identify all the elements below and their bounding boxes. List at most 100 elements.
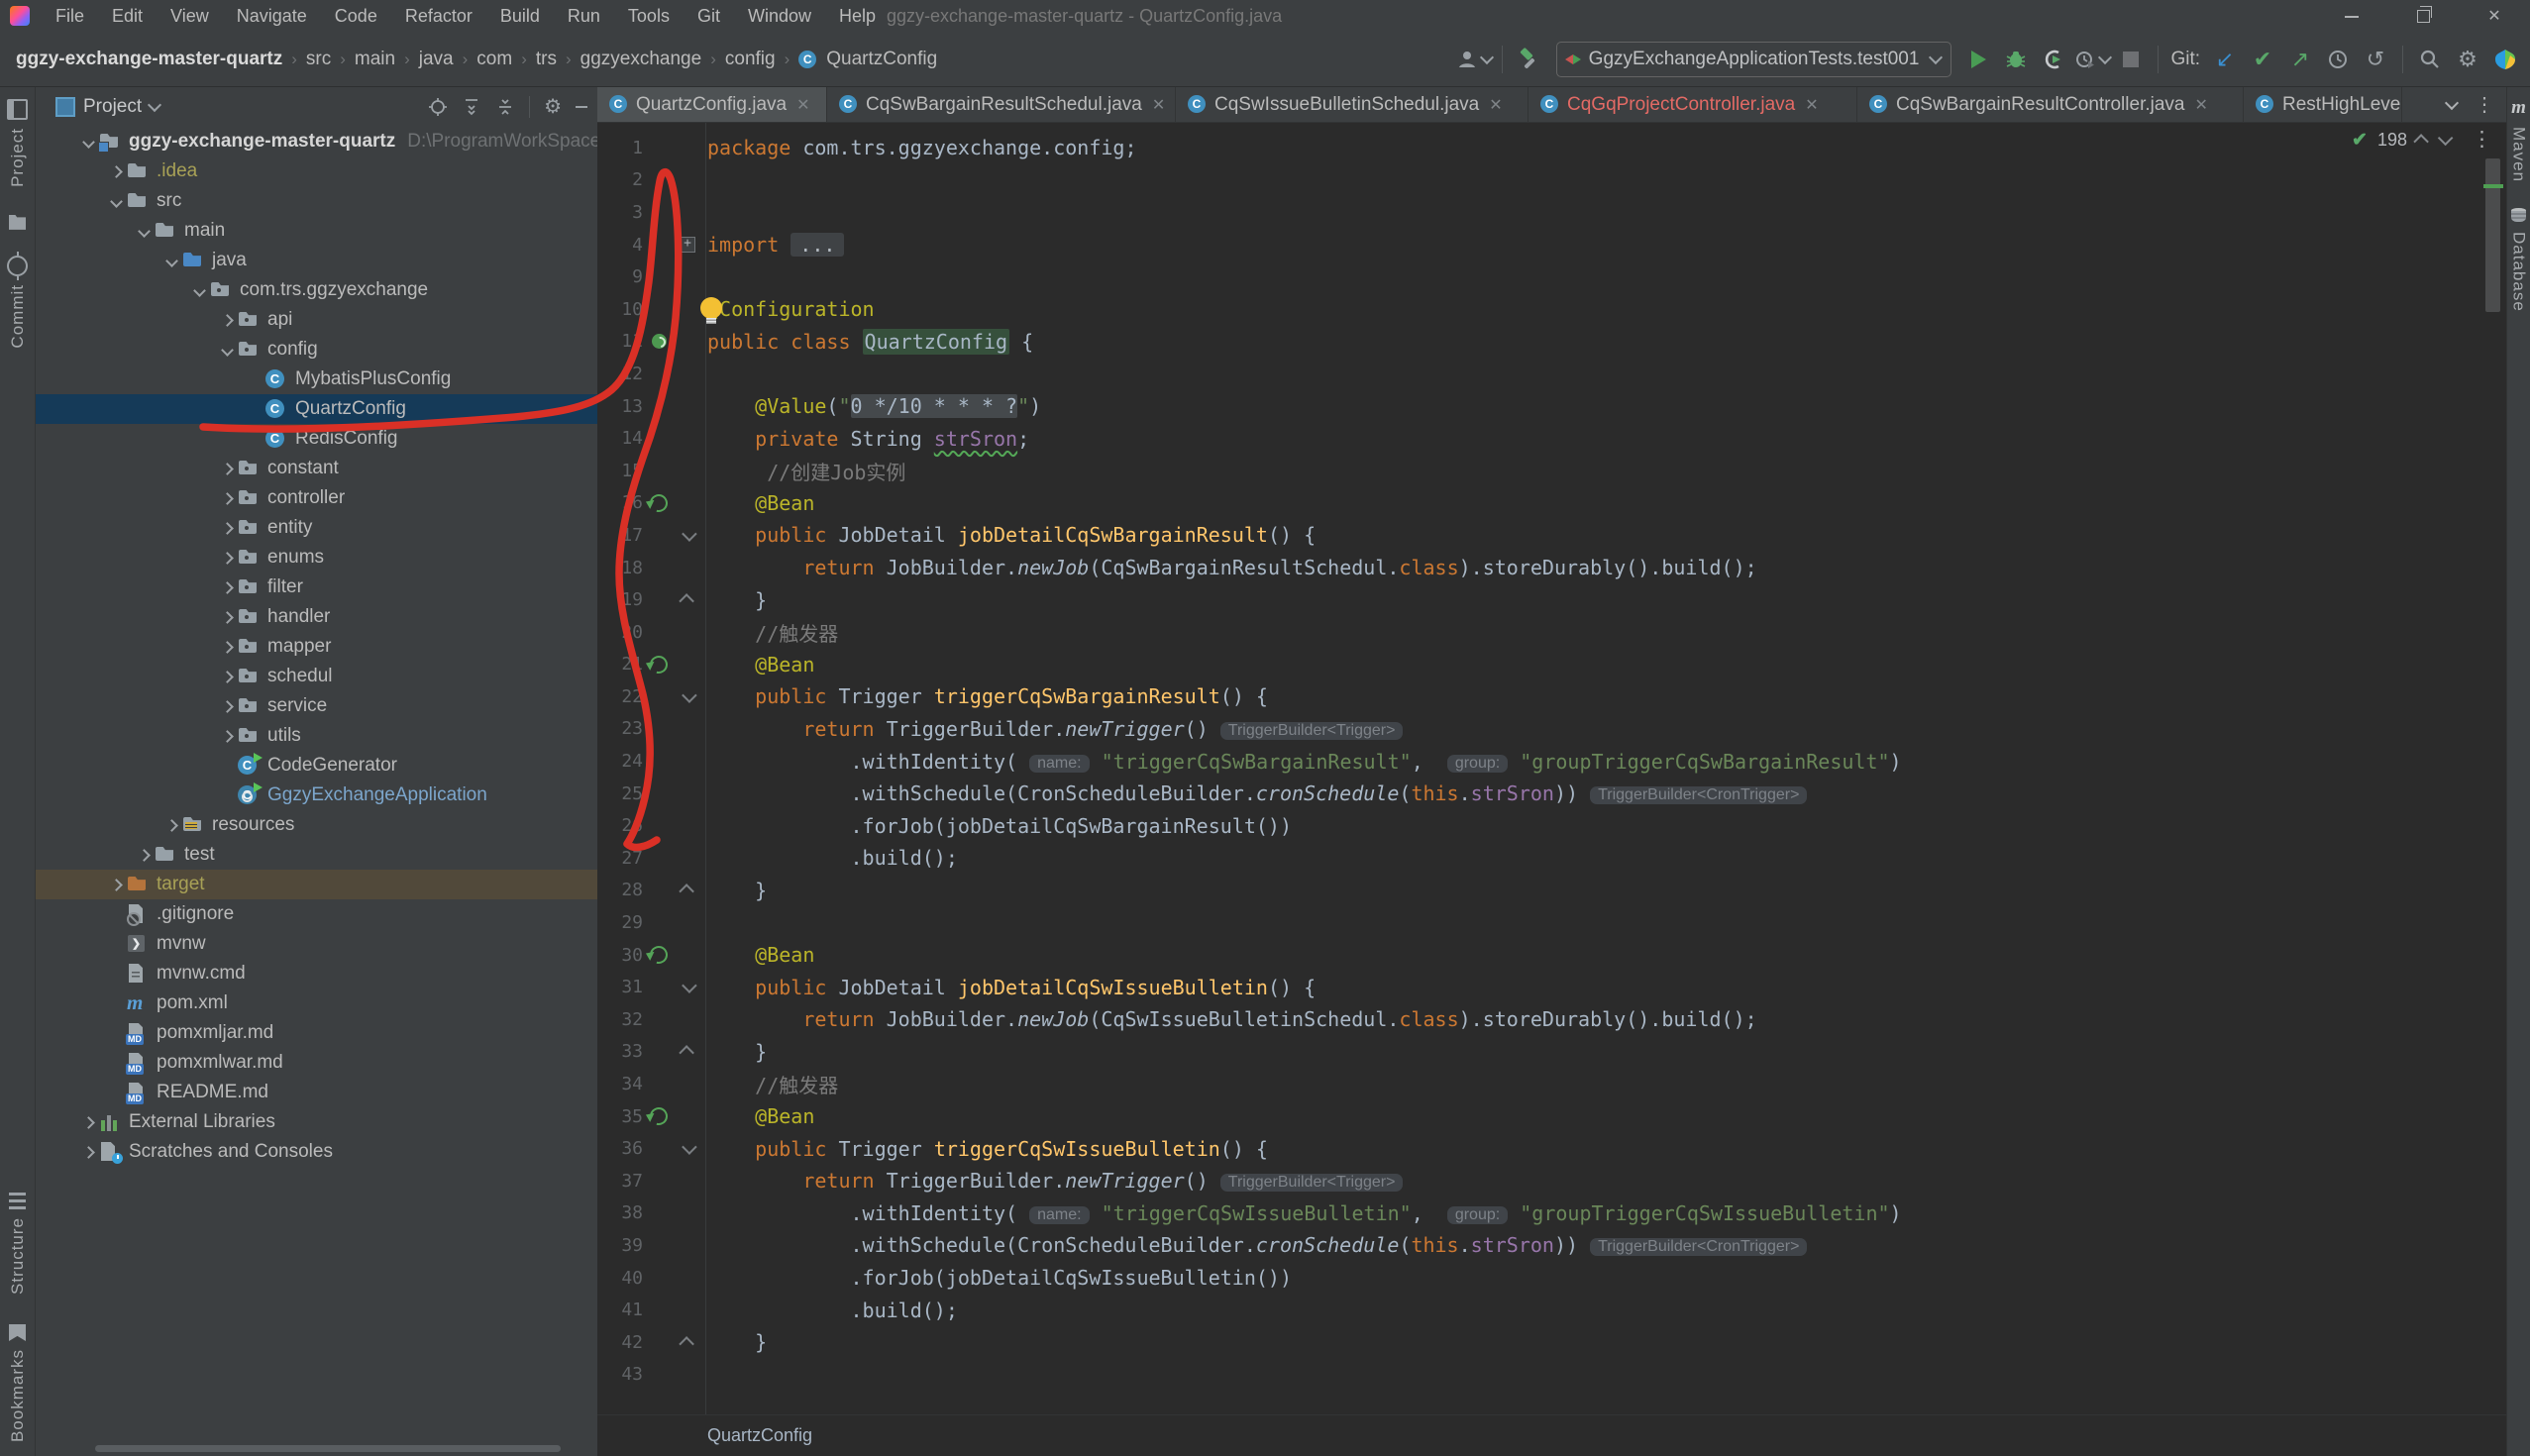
line-number[interactable]: 35 (597, 1106, 645, 1127)
tree-item[interactable]: entity (36, 513, 597, 543)
line-number[interactable]: 22 (597, 686, 645, 707)
tree-item[interactable]: MDpomxmljar.md (36, 1018, 597, 1048)
tree-item[interactable]: External Libraries (36, 1107, 597, 1137)
menu-item-navigate[interactable]: Navigate (225, 3, 319, 30)
tree-chevron-down-icon[interactable] (161, 257, 181, 265)
line-number[interactable]: 28 (597, 880, 645, 900)
fold-marker-icon[interactable] (673, 530, 702, 541)
menu-item-build[interactable]: Build (488, 3, 552, 30)
code-line[interactable]: 38 .withIdentity( name: "triggerCqSwIssu… (597, 1197, 2506, 1230)
search-everywhere-button[interactable] (2413, 43, 2447, 76)
project-horizontal-scrollbar[interactable] (95, 1445, 561, 1452)
menu-item-window[interactable]: Window (736, 3, 823, 30)
line-number[interactable]: 1 (597, 138, 645, 158)
fold-marker-icon[interactable]: + (673, 237, 702, 253)
tree-item[interactable]: test (36, 840, 597, 870)
tree-chevron-right-icon[interactable] (217, 732, 237, 741)
tab-close-icon[interactable]: ✕ (1152, 95, 1165, 115)
code-line[interactable]: 26 .forJob(jobDetailCqSwBargainResult()) (597, 809, 2506, 842)
tree-chevron-right-icon[interactable] (78, 1148, 98, 1157)
tree-item[interactable]: mapper (36, 632, 597, 662)
spring-bean-gutter-icon[interactable] (645, 334, 673, 349)
settings-button[interactable]: ⚙ (2451, 43, 2484, 76)
tree-chevron-right-icon[interactable] (134, 851, 154, 860)
line-number[interactable]: 37 (597, 1171, 645, 1192)
code-line[interactable]: 20 //触发器 (597, 616, 2506, 649)
tree-chevron-down-icon[interactable] (106, 197, 126, 206)
line-number[interactable]: 9 (597, 266, 645, 287)
menu-item-file[interactable]: File (44, 3, 96, 30)
tree-item[interactable]: ggzy-exchange-master-quartzD:\ProgramWor… (36, 127, 597, 156)
tree-item[interactable]: CRedisConfig (36, 424, 597, 454)
collapse-all-icon[interactable] (495, 97, 515, 117)
menu-item-help[interactable]: Help (827, 3, 888, 30)
editor-tab[interactable]: CRestHighLeve (2244, 87, 2402, 122)
code-line[interactable]: 10@Configuration (597, 293, 2506, 326)
tool-bookmarks[interactable]: Bookmarks (8, 1324, 28, 1442)
line-number[interactable]: 3 (597, 202, 645, 223)
breadcrumb-item[interactable]: ggzyexchange (580, 49, 702, 70)
locate-file-icon[interactable] (428, 97, 448, 117)
bean-method-gutter-icon[interactable] (645, 1107, 673, 1125)
tree-item[interactable]: MDpomxmlwar.md (36, 1048, 597, 1078)
tree-item[interactable]: constant (36, 454, 597, 483)
restore-button[interactable] (2387, 0, 2459, 32)
tree-chevron-right-icon[interactable] (106, 167, 126, 176)
tab-close-icon[interactable]: ✕ (1489, 95, 1502, 115)
line-number[interactable]: 41 (597, 1300, 645, 1320)
tree-chevron-down-icon[interactable] (78, 138, 98, 147)
tool-commit[interactable]: Commit (7, 256, 28, 349)
breadcrumb-item[interactable]: ggzy-exchange-master-quartz (16, 49, 282, 70)
tree-item[interactable]: java (36, 246, 597, 275)
editor-tab[interactable]: CCqGqProjectController.java✕ (1529, 87, 1857, 122)
breadcrumb-item[interactable]: src (306, 49, 331, 70)
code-line[interactable]: 14 private String strSron; (597, 422, 2506, 455)
code-line[interactable]: 11public class QuartzConfig { (597, 326, 2506, 359)
expand-all-icon[interactable] (462, 97, 481, 117)
git-update-button[interactable]: ↙ (2208, 43, 2242, 76)
tree-chevron-right-icon[interactable] (217, 524, 237, 533)
line-number[interactable]: 36 (597, 1138, 645, 1159)
line-number[interactable]: 25 (597, 783, 645, 804)
tree-item[interactable]: CMybatisPlusConfig (36, 364, 597, 394)
close-button[interactable]: ✕ (2459, 0, 2530, 32)
code-line[interactable]: 24 .withIdentity( name: "triggerCqSwBarg… (597, 745, 2506, 778)
editor-options-kebab-icon[interactable]: ⋮ (2472, 127, 2492, 152)
fold-marker-icon[interactable] (673, 1143, 702, 1154)
profiler-button[interactable] (2074, 43, 2110, 76)
code-line[interactable]: 9 (597, 260, 2506, 293)
tree-item[interactable]: ❯mvnw (36, 929, 597, 959)
fold-marker-icon[interactable] (673, 691, 702, 702)
tree-chevron-right-icon[interactable] (217, 673, 237, 681)
tree-chevron-down-icon[interactable] (134, 227, 154, 236)
code-line[interactable]: 15 //创建Job实例 (597, 455, 2506, 487)
editor-tab[interactable]: CCqSwBargainResultController.java✕ (1857, 87, 2244, 122)
tree-item[interactable]: filter (36, 572, 597, 602)
line-number[interactable]: 15 (597, 461, 645, 481)
tool-structure[interactable]: Structure (8, 1193, 28, 1295)
fold-marker-icon[interactable] (673, 1337, 702, 1348)
coverage-button[interactable] (2037, 43, 2070, 76)
line-number[interactable]: 14 (597, 428, 645, 449)
line-number[interactable]: 40 (597, 1268, 645, 1289)
plugin-logo-button[interactable] (2488, 43, 2522, 76)
tree-chevron-right-icon[interactable] (217, 494, 237, 503)
tree-chevron-right-icon[interactable] (217, 554, 237, 563)
tree-chevron-down-icon[interactable] (189, 286, 209, 295)
menu-item-git[interactable]: Git (685, 3, 732, 30)
line-number[interactable]: 38 (597, 1202, 645, 1223)
fold-marker-icon[interactable] (673, 1046, 702, 1057)
editor-scrollbar[interactable] (2485, 158, 2500, 312)
line-number[interactable]: 26 (597, 815, 645, 836)
inspections-widget[interactable]: ✔ 198 (2352, 129, 2449, 152)
build-button[interactable] (1513, 43, 1546, 76)
tool-database[interactable]: Database (2509, 208, 2529, 312)
line-number[interactable]: 13 (597, 396, 645, 417)
line-number[interactable]: 42 (597, 1332, 645, 1353)
editor-tab[interactable]: CCqSwBargainResultSchedul.java✕ (827, 87, 1176, 122)
menu-item-code[interactable]: Code (323, 3, 389, 30)
line-number[interactable]: 31 (597, 977, 645, 997)
tree-item[interactable]: CQuartzConfig (36, 394, 597, 424)
code-line[interactable]: 17 public JobDetail jobDetailCqSwBargain… (597, 519, 2506, 552)
tree-item[interactable]: mpom.xml (36, 988, 597, 1018)
